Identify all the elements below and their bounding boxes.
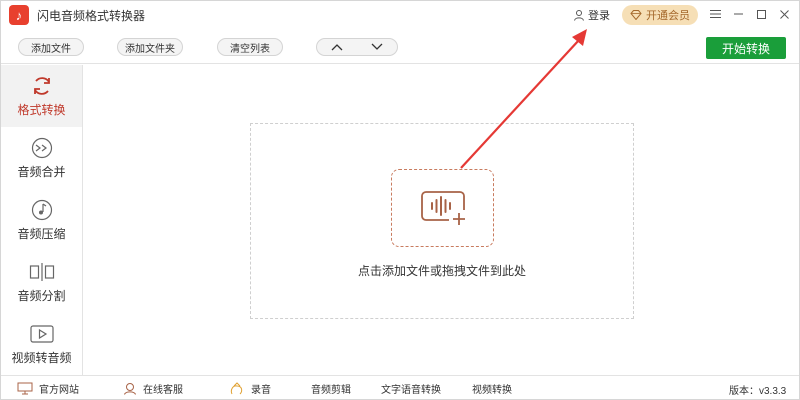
support-icon xyxy=(124,383,136,395)
drop-hint: 点击添加文件或拖拽文件到此处 xyxy=(357,264,526,278)
sidebar-item-label: 格式转换 xyxy=(17,102,66,117)
split-icon xyxy=(29,262,54,281)
file-drop-area[interactable]: 点击添加文件或拖拽文件到此处 xyxy=(250,123,634,319)
version-label: 版本：v3.3.3 xyxy=(729,386,787,397)
sidebar: 格式转换 音频合并 音频压缩 音频分割 视频转音频 xyxy=(1,65,83,375)
footer-label: 在线客服 xyxy=(143,385,183,396)
refresh-icon xyxy=(33,76,50,95)
start-convert-button[interactable]: 开始转换 xyxy=(706,37,786,59)
chevron-up-icon[interactable] xyxy=(317,39,357,55)
footer-label: 录音 xyxy=(251,385,271,396)
music-disc-icon xyxy=(31,199,52,220)
add-file-button[interactable]: 添加文件 xyxy=(18,38,84,56)
add-audio-button[interactable] xyxy=(391,169,494,247)
close-icon[interactable] xyxy=(775,5,793,23)
tts-link[interactable]: 文字语音转换 xyxy=(381,381,441,396)
move-order-group xyxy=(316,38,398,56)
merge-icon xyxy=(31,137,52,158)
record-link[interactable]: 录音 xyxy=(229,381,271,396)
audio-edit-link[interactable]: 音频剪辑 xyxy=(311,381,351,396)
maximize-icon[interactable] xyxy=(752,5,770,23)
sidebar-item-label: 视频转音频 xyxy=(11,350,72,365)
clear-list-button[interactable]: 清空列表 xyxy=(217,38,283,56)
sidebar-item-label: 音频合并 xyxy=(17,164,66,179)
monitor-icon xyxy=(17,382,33,395)
menu-icon[interactable] xyxy=(706,5,724,23)
add-folder-button[interactable]: 添加文件夹 xyxy=(117,38,183,56)
sidebar-item-label: 音频分割 xyxy=(17,288,66,303)
app-title: 闪电音频格式转换器 xyxy=(37,9,146,23)
diamond-icon xyxy=(630,10,642,20)
user-icon xyxy=(574,10,584,21)
microphone-icon xyxy=(230,381,243,394)
add-audio-icon xyxy=(420,191,465,225)
play-icon xyxy=(29,324,54,343)
video-convert-link[interactable]: 视频转换 xyxy=(472,381,512,396)
footer-bar: 官方网站 在线客服 录音 音频剪辑 文字语音转换 视频转换 版本：v3.3.3 xyxy=(1,375,799,399)
minimize-icon[interactable] xyxy=(729,5,747,23)
vip-label: 开通会员 xyxy=(646,10,690,22)
app-window: ♪ 闪电音频格式转换器 登录 开通会员 添加文件 添加文件夹 清空列表 开始转换… xyxy=(0,0,800,400)
login-button[interactable]: 登录 xyxy=(573,7,610,23)
official-website-link[interactable]: 官方网站 xyxy=(17,381,79,396)
title-bar: ♪ 闪电音频格式转换器 登录 开通会员 xyxy=(1,1,799,29)
footer-label: 官方网站 xyxy=(39,385,79,396)
vip-button[interactable]: 开通会员 xyxy=(622,5,698,25)
toolbar: 添加文件 添加文件夹 清空列表 开始转换 xyxy=(1,30,799,64)
sidebar-item-label: 音频压缩 xyxy=(17,226,66,241)
login-label: 登录 xyxy=(588,10,610,22)
sidebar-item-audio-compress[interactable]: 音频压缩 xyxy=(1,189,82,251)
online-support-link[interactable]: 在线客服 xyxy=(123,381,183,396)
sidebar-item-audio-merge[interactable]: 音频合并 xyxy=(1,127,82,189)
sidebar-item-format-convert[interactable]: 格式转换 xyxy=(1,65,82,127)
sidebar-item-video-to-audio[interactable]: 视频转音频 xyxy=(1,313,82,375)
music-note-icon: ♪ xyxy=(9,5,29,25)
chevron-down-icon[interactable] xyxy=(357,39,397,55)
sidebar-item-audio-split[interactable]: 音频分割 xyxy=(1,251,82,313)
